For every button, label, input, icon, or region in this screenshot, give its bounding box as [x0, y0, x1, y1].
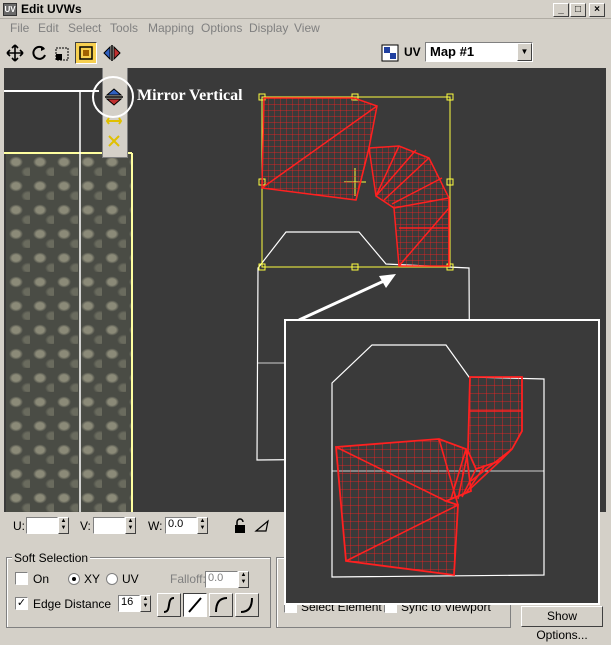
edge-distance-spinner[interactable]: ▲ ▼ — [140, 595, 151, 612]
window-title: Edit UVWs — [21, 2, 82, 16]
chevron-down-icon: ▼ — [517, 43, 532, 61]
edge-distance-value: 16 — [121, 596, 134, 608]
w-spinner[interactable]: ▲ ▼ — [197, 517, 208, 534]
paint-select-icon — [254, 519, 269, 532]
scale-icon — [55, 47, 69, 61]
rotate-button[interactable] — [28, 42, 50, 64]
w-value: 0.0 — [168, 518, 184, 530]
freeform-button[interactable] — [75, 42, 97, 64]
mirror-horizontal-icon — [103, 45, 121, 61]
app-icon: UV — [3, 3, 17, 16]
xy-radio[interactable] — [68, 573, 80, 585]
move-button[interactable] — [4, 42, 26, 64]
menu-view[interactable]: View — [294, 21, 320, 35]
falloff-spinner[interactable]: ▲ ▼ — [238, 571, 249, 588]
soft-selection-title: Soft Selection — [12, 551, 91, 565]
u-input[interactable] — [26, 517, 58, 534]
fast-out-curve-icon — [240, 597, 253, 613]
annotation-label: Mirror Vertical — [137, 87, 243, 104]
maximize-button[interactable]: □ — [570, 3, 586, 17]
v-input[interactable] — [93, 517, 125, 534]
edge-distance-label: Edge Distance — [33, 597, 112, 611]
v-label: V: — [80, 519, 91, 533]
checker-texture-icon — [381, 44, 399, 62]
move-icon — [6, 44, 24, 62]
title-bar: UV Edit UVWs _ □ × — [0, 0, 611, 19]
close-button[interactable]: × — [589, 3, 605, 17]
zoom-inset — [284, 319, 600, 605]
filter-button[interactable] — [254, 518, 270, 534]
v-spinner[interactable]: ▲ ▼ — [125, 517, 136, 534]
w-label: W: — [148, 519, 163, 533]
menu-file[interactable]: File — [10, 21, 29, 35]
rotate-icon — [32, 45, 46, 60]
edge-distance-checkbox[interactable]: ✓ — [15, 597, 28, 610]
minimize-button[interactable]: _ — [553, 3, 569, 17]
edge-distance-input[interactable]: 16 — [118, 595, 140, 612]
uv-radio[interactable] — [106, 573, 118, 585]
menu-select[interactable]: Select — [68, 21, 101, 35]
linear-curve-icon — [188, 597, 202, 613]
u-label: U: — [13, 519, 25, 533]
uv-checker-button[interactable] — [380, 43, 400, 63]
falloff-input[interactable]: 0.0 — [205, 571, 238, 588]
map-dropdown[interactable]: Map #1 ▼ — [425, 42, 533, 62]
falloff-value: 0.0 — [208, 572, 224, 584]
w-input[interactable]: 0.0 — [165, 517, 197, 534]
zoom-inset-canvas — [331, 344, 545, 578]
mirror-vertical-button[interactable] — [103, 86, 125, 108]
menu-options[interactable]: Options — [201, 21, 242, 35]
menu-mapping[interactable]: Mapping — [148, 21, 194, 35]
flip-horizontal-icon — [105, 117, 123, 125]
falloff-linear-button[interactable] — [183, 593, 207, 617]
map-dropdown-value: Map #1 — [430, 44, 475, 59]
slow-out-curve-icon — [215, 597, 228, 613]
freeform-icon — [79, 46, 93, 60]
scale-button[interactable] — [52, 42, 74, 64]
falloff-smooth-button[interactable] — [157, 593, 181, 617]
show-options-button[interactable]: Show Options... — [521, 606, 603, 642]
flip-vertical-icon — [108, 135, 120, 147]
falloff-fast-out-button[interactable] — [235, 593, 259, 617]
u-spinner[interactable]: ▲ ▼ — [58, 517, 69, 534]
mirror-vertical-icon — [105, 88, 123, 106]
menu-edit[interactable]: Edit — [38, 21, 59, 35]
mirror-horizontal-button[interactable] — [101, 42, 123, 64]
falloff-slow-out-button[interactable] — [209, 593, 233, 617]
flip-horizontal-button[interactable] — [105, 112, 123, 130]
falloff-label: Falloff: — [170, 572, 206, 586]
soft-selection-on-checkbox[interactable] — [15, 572, 28, 585]
uv-radio-label: UV — [122, 572, 139, 586]
menu-display[interactable]: Display — [249, 21, 288, 35]
menu-bar: File Edit Select Tools Mapping Options D… — [0, 19, 611, 38]
lock-button[interactable] — [232, 518, 248, 534]
on-label: On — [33, 572, 50, 586]
flip-vertical-button[interactable] — [105, 132, 123, 150]
uv-label: UV — [404, 45, 421, 59]
smooth-curve-icon — [163, 597, 175, 613]
menu-tools[interactable]: Tools — [110, 21, 138, 35]
xy-label: XY — [84, 572, 101, 586]
lock-icon — [235, 518, 245, 533]
